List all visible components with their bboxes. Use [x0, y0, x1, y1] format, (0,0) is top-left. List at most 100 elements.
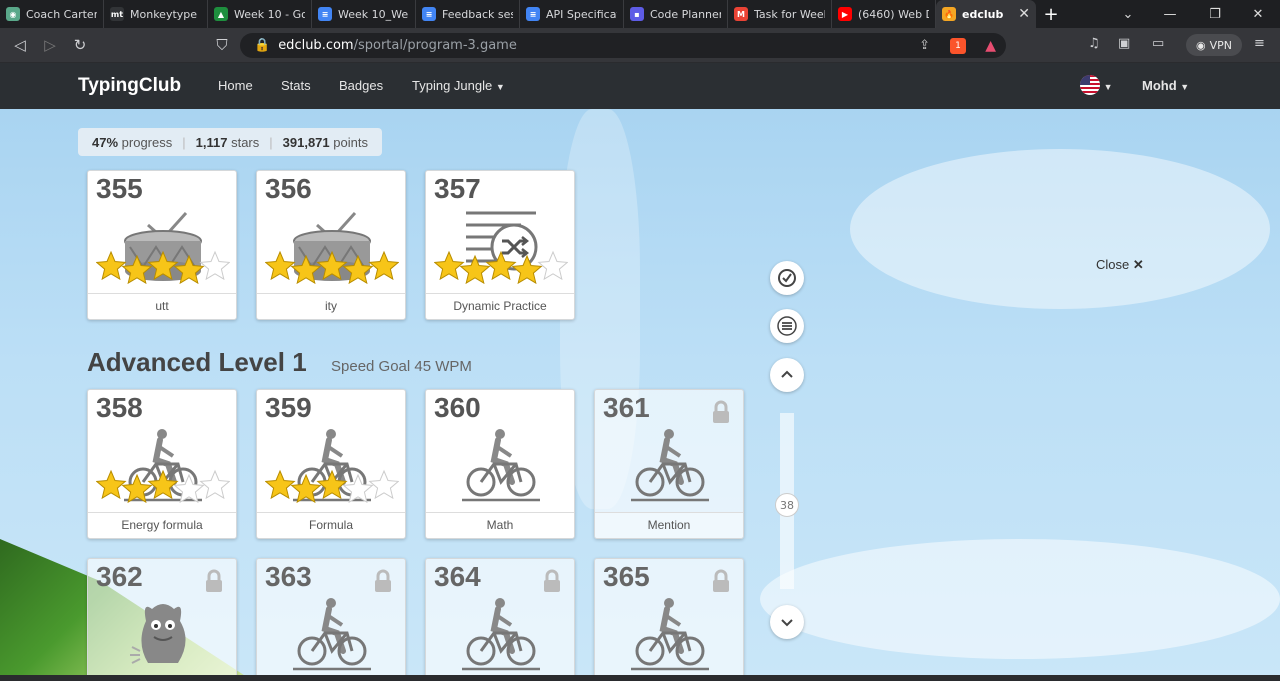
star-icon — [368, 469, 399, 500]
tab-search-chevron-icon[interactable]: ⌄ — [1108, 0, 1148, 28]
forward-icon[interactable]: ▷ — [40, 36, 60, 54]
divider: | — [269, 134, 273, 150]
page-indicator: 38 — [775, 493, 799, 517]
reload-icon[interactable]: ↻ — [70, 36, 90, 54]
star-icon — [265, 469, 296, 500]
star-icon — [173, 473, 205, 504]
star-icon — [121, 254, 153, 285]
close-button[interactable]: Close ✕ — [1096, 257, 1144, 273]
lesson-card-363[interactable]: 363 — [256, 558, 406, 675]
tab-edclub[interactable]: 🔥 edclub ✕ — [936, 0, 1036, 28]
star-icon — [96, 250, 127, 281]
nav-badges[interactable]: Badges — [339, 78, 383, 93]
bookmark-icon[interactable]: ⛉ — [212, 36, 232, 54]
tab-favicon-icon: ◉ — [6, 7, 20, 21]
tab-item[interactable]: ≡ Week 10_Web — [312, 0, 416, 28]
back-icon[interactable]: ◁ — [10, 36, 30, 54]
star-icon — [459, 254, 491, 285]
stars-label: stars — [231, 134, 260, 150]
tab-item[interactable]: ◉ Coach Carter — [0, 0, 104, 28]
lock-icon — [375, 569, 391, 592]
chevron-down-icon — [781, 619, 793, 627]
tab-item[interactable]: ▶ (6460) Web D — [832, 0, 936, 28]
lesson-card-359[interactable]: 359 Formula — [256, 389, 406, 539]
tab-title: Week 10 - Go — [234, 7, 305, 21]
tab-item[interactable]: mt Monkeytype — [104, 0, 208, 28]
tab-title: (6460) Web D — [858, 7, 929, 21]
lesson-card-364[interactable]: 364 — [425, 558, 575, 675]
browser-toolbar: ◁ ▷ ↻ ⛉ 🔒 edclub.com/sportal/program-3.g… — [0, 28, 1280, 63]
media-icon[interactable]: ♫ — [1088, 36, 1100, 51]
star-icon — [434, 250, 465, 281]
vpn-label: VPN — [1209, 38, 1232, 52]
lesson-card-355[interactable]: 355 utt — [87, 170, 237, 320]
section-title: Advanced Level 1 — [87, 347, 307, 377]
sidebar-icon[interactable]: ▣ — [1118, 36, 1130, 51]
user-name: Mohd — [1142, 78, 1177, 93]
cloud-decoration — [850, 149, 1270, 309]
minimize-window-icon[interactable]: — — [1150, 0, 1190, 28]
star-icon — [342, 254, 374, 285]
close-tab-icon[interactable]: ✕ — [1018, 6, 1030, 22]
restore-window-icon[interactable]: ❐ — [1195, 0, 1235, 28]
close-label: Close — [1096, 257, 1130, 272]
tab-title: Feedback ses — [442, 7, 513, 21]
brave-rewards-icon[interactable]: ▲ — [985, 38, 996, 54]
tab-favicon-icon: M — [734, 7, 748, 21]
tab-item[interactable]: ≡ API Specificat — [520, 0, 624, 28]
lesson-card-365[interactable]: 365 — [594, 558, 744, 675]
scroll-up-button[interactable] — [770, 358, 804, 392]
tab-favicon-icon: ▲ — [214, 7, 228, 21]
lesson-card-362[interactable]: 362 — [87, 558, 237, 675]
lock-icon — [544, 569, 560, 592]
user-menu[interactable]: Mohd ▼ — [1142, 78, 1189, 93]
vpn-icon: ◉ — [1196, 38, 1206, 52]
lesson-card-360[interactable]: 360 Math — [425, 389, 575, 539]
language-selector[interactable]: ▼ — [1080, 75, 1113, 98]
star-icon — [316, 250, 348, 281]
star-icon — [173, 254, 205, 285]
lesson-label: utt — [88, 293, 236, 319]
tab-favicon-icon: ▪ — [630, 7, 644, 21]
lesson-card-356[interactable]: 356 ity — [256, 170, 406, 320]
progress-percent: 47% — [92, 134, 119, 150]
nav-home[interactable]: Home — [218, 78, 253, 93]
points-count: 391,871 — [282, 134, 330, 150]
lesson-card-358[interactable]: 358 Energy formula — [87, 389, 237, 539]
tab-item[interactable]: ▪ Code Planner — [624, 0, 728, 28]
tab-title: Coach Carter — [26, 7, 97, 21]
menu-icon[interactable]: ≡ — [1254, 36, 1265, 51]
star-icon — [485, 250, 517, 281]
tab-item[interactable]: ▲ Week 10 - Go — [208, 0, 312, 28]
list-menu-icon — [777, 316, 797, 336]
scroll-down-button[interactable] — [770, 605, 804, 639]
nav-stats[interactable]: Stats — [281, 78, 311, 93]
vpn-button[interactable]: ◉ VPN — [1186, 34, 1242, 56]
tab-favicon-icon: mt — [110, 7, 124, 21]
tab-item[interactable]: M Task for Week — [728, 0, 832, 28]
divider: | — [182, 134, 186, 150]
tab-favicon-icon: ≡ — [422, 7, 436, 21]
lesson-card-357[interactable]: 357 Dynamic Practice — [425, 170, 575, 320]
lesson-number: 355 — [96, 173, 143, 204]
share-icon[interactable]: ⇪ — [919, 38, 930, 53]
caret-down-icon: ▼ — [495, 82, 505, 92]
tab-favicon-icon: ≡ — [526, 7, 540, 21]
nav-typing-jungle[interactable]: Typing Jungle ▼ — [412, 78, 505, 93]
new-tab-button[interactable]: + — [1036, 4, 1066, 25]
lesson-map: 47% progress | 1,117 stars | 391,871 poi… — [0, 109, 1280, 675]
caret-down-icon: ▼ — [1180, 82, 1190, 92]
lesson-label: Mention — [595, 512, 743, 538]
star-icon — [316, 469, 348, 500]
site-logo[interactable]: TypingClub — [78, 75, 181, 97]
wallet-icon[interactable]: ▭ — [1152, 36, 1164, 51]
close-icon: ✕ — [1132, 257, 1144, 272]
close-window-icon[interactable]: ✕ — [1238, 0, 1278, 28]
address-bar[interactable]: 🔒 edclub.com/sportal/program-3.game ⇪ 1 … — [240, 33, 1006, 58]
menu-list-button[interactable] — [770, 309, 804, 343]
brave-shields-icon[interactable]: 1 — [950, 37, 966, 54]
lesson-card-361[interactable]: 361 Mention — [594, 389, 744, 539]
star-icon — [121, 473, 153, 504]
checklist-button[interactable] — [770, 261, 804, 295]
tab-item[interactable]: ≡ Feedback ses — [416, 0, 520, 28]
